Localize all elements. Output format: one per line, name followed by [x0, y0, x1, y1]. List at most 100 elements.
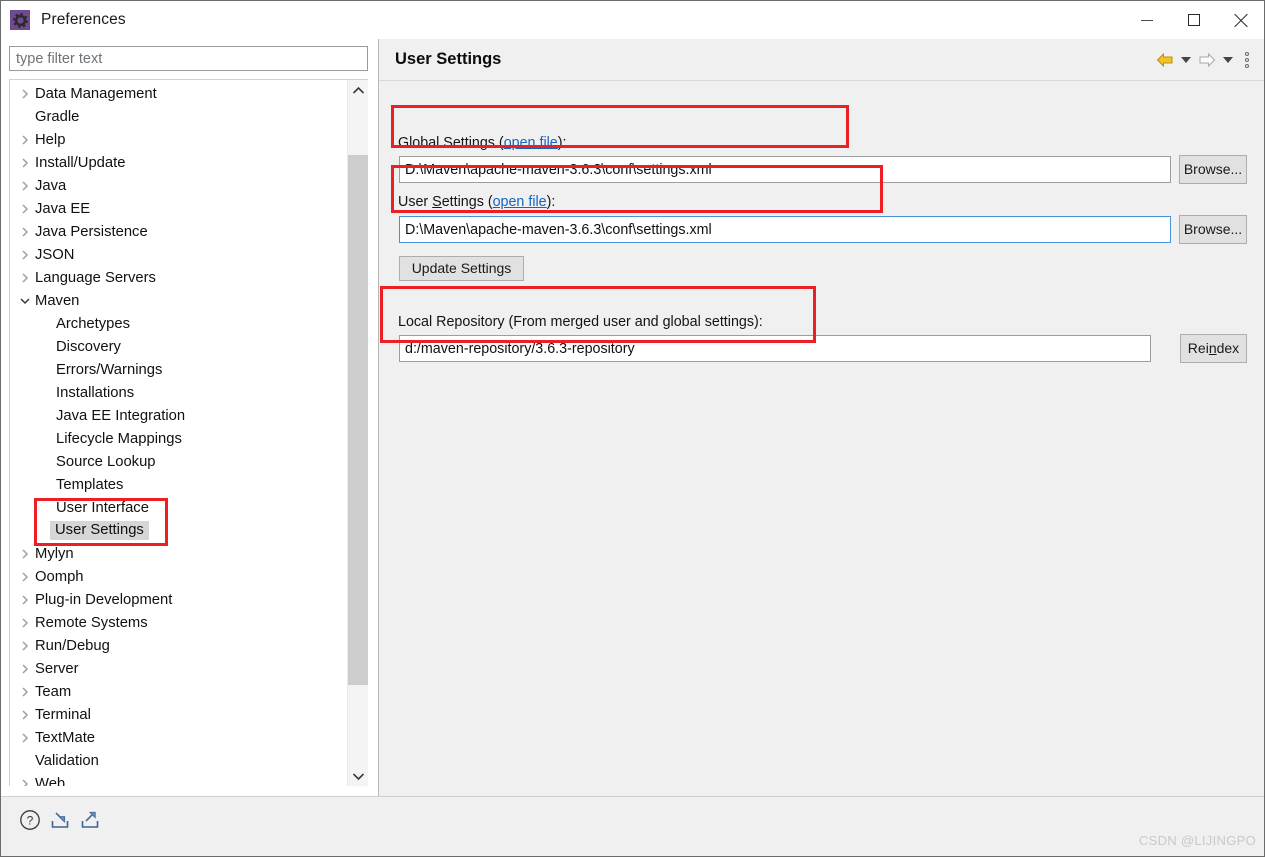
- chevron-right-icon[interactable]: [16, 134, 34, 146]
- chevron-right-icon[interactable]: [16, 203, 34, 215]
- sidebar-item-textmate[interactable]: TextMate: [10, 726, 347, 749]
- sidebar-item-java-persistence[interactable]: Java Persistence: [10, 220, 347, 243]
- scroll-down-icon[interactable]: [348, 766, 368, 786]
- sidebar-item-label: Validation: [35, 752, 99, 769]
- sidebar-item-label: Source Lookup: [56, 453, 156, 470]
- sidebar-item-label: JSON: [35, 246, 75, 263]
- sidebar-item-archetypes[interactable]: Archetypes: [10, 312, 347, 335]
- user-settings-label-suffix: ):: [546, 194, 556, 210]
- window-title: Preferences: [41, 11, 126, 28]
- chevron-right-icon[interactable]: [16, 709, 34, 721]
- chevron-right-icon[interactable]: [16, 640, 34, 652]
- scrollbar-thumb[interactable]: [348, 155, 368, 685]
- preferences-tree[interactable]: Data Management Gradle Help Install/Update J…: [10, 80, 347, 786]
- global-settings-label-prefix: Global Settings (: [398, 135, 504, 151]
- back-dropdown-icon[interactable]: [1181, 56, 1191, 63]
- chevron-right-icon[interactable]: [16, 686, 34, 698]
- chevron-right-icon[interactable]: [16, 571, 34, 583]
- sidebar-item-java-ee-integration[interactable]: Java EE Integration: [10, 404, 347, 427]
- sidebar-item-mylyn[interactable]: Mylyn: [10, 542, 347, 565]
- back-arrow-icon[interactable]: [1156, 49, 1174, 71]
- chevron-right-icon[interactable]: [16, 180, 34, 192]
- chevron-right-icon[interactable]: [16, 226, 34, 238]
- update-settings-button[interactable]: Update Settings: [399, 256, 524, 281]
- sidebar-item-label: Remote Systems: [35, 614, 148, 631]
- close-button[interactable]: [1217, 1, 1264, 39]
- sidebar-item-language-servers[interactable]: Language Servers: [10, 266, 347, 289]
- sidebar-item-label: Templates: [56, 476, 124, 493]
- scroll-up-icon[interactable]: [348, 80, 368, 101]
- global-settings-input[interactable]: [399, 156, 1171, 183]
- settings-panel: User Settings Global Settings (open file…: [378, 39, 1264, 823]
- search-input[interactable]: [9, 46, 368, 71]
- sidebar-item-label: Team: [35, 683, 72, 700]
- sidebar-item-terminal[interactable]: Terminal: [10, 703, 347, 726]
- sidebar-item-templates[interactable]: Templates: [10, 473, 347, 496]
- page-header-tools: [1156, 49, 1254, 71]
- chevron-right-icon[interactable]: [16, 663, 34, 675]
- sidebar-item-install-update[interactable]: Install/Update: [10, 151, 347, 174]
- sidebar-item-web[interactable]: Web: [10, 772, 347, 786]
- chevron-right-icon[interactable]: [16, 157, 34, 169]
- sidebar-item-label: Terminal: [35, 706, 91, 723]
- chevron-right-icon[interactable]: [16, 617, 34, 629]
- minimize-button[interactable]: [1123, 1, 1170, 39]
- sidebar-item-label: User Settings: [50, 521, 149, 540]
- export-icon[interactable]: [79, 809, 101, 836]
- sidebar-item-java-ee[interactable]: Java EE: [10, 197, 347, 220]
- user-settings-browse-button[interactable]: Browse...: [1179, 215, 1247, 244]
- sidebar-item-java[interactable]: Java: [10, 174, 347, 197]
- sidebar-item-user-interface[interactable]: User Interface: [10, 496, 347, 519]
- maximize-button[interactable]: [1170, 1, 1217, 39]
- page-title: User Settings: [395, 50, 502, 68]
- sidebar-item-oomph[interactable]: Oomph: [10, 565, 347, 588]
- forward-arrow-icon[interactable]: [1198, 49, 1216, 71]
- forward-dropdown-icon[interactable]: [1223, 56, 1233, 63]
- sidebar-item-label: Mylyn: [35, 545, 74, 562]
- sidebar-item-label: Errors/Warnings: [56, 361, 163, 378]
- sidebar-item-team[interactable]: Team: [10, 680, 347, 703]
- user-settings-label-prefix: User: [398, 194, 433, 210]
- sidebar-item-discovery[interactable]: Discovery: [10, 335, 347, 358]
- sidebar-item-plug-in-development[interactable]: Plug-in Development: [10, 588, 347, 611]
- sidebar-item-errors-warnings[interactable]: Errors/Warnings: [10, 358, 347, 381]
- help-icon[interactable]: ?: [19, 809, 41, 836]
- sidebar-item-source-lookup[interactable]: Source Lookup: [10, 450, 347, 473]
- sidebar-item-run-debug[interactable]: Run/Debug: [10, 634, 347, 657]
- sidebar-item-label: Java Persistence: [35, 223, 148, 240]
- preferences-sidebar: Data Management Gradle Help Install/Update J…: [1, 39, 377, 796]
- chevron-right-icon[interactable]: [16, 732, 34, 744]
- tree-scrollbar[interactable]: [347, 80, 368, 786]
- sidebar-item-remote-systems[interactable]: Remote Systems: [10, 611, 347, 634]
- chevron-right-icon[interactable]: [16, 272, 34, 284]
- user-settings-open-file-link[interactable]: open file: [493, 194, 547, 210]
- sidebar-item-maven[interactable]: Maven: [10, 289, 347, 312]
- sidebar-item-validation[interactable]: Validation: [10, 749, 347, 772]
- sidebar-item-label: Web: [35, 775, 66, 787]
- reindex-button[interactable]: Reindex: [1180, 334, 1247, 363]
- chevron-right-icon[interactable]: [16, 249, 34, 261]
- sidebar-item-gradle[interactable]: Gradle: [10, 105, 347, 128]
- local-repository-input[interactable]: [399, 335, 1151, 362]
- chevron-down-icon[interactable]: [16, 296, 34, 306]
- import-icon[interactable]: [49, 809, 71, 836]
- sidebar-item-label: Plug-in Development: [35, 591, 173, 608]
- svg-text:?: ?: [27, 814, 34, 828]
- sidebar-item-installations[interactable]: Installations: [10, 381, 347, 404]
- sidebar-item-help[interactable]: Help: [10, 128, 347, 151]
- sidebar-item-json[interactable]: JSON: [10, 243, 347, 266]
- chevron-right-icon[interactable]: [16, 88, 34, 100]
- user-settings-mnemonic: S: [432, 194, 442, 210]
- sidebar-item-user-settings[interactable]: User Settings: [10, 519, 347, 542]
- global-settings-open-file-link[interactable]: open file: [504, 135, 558, 151]
- sidebar-item-data-management[interactable]: Data Management: [10, 82, 347, 105]
- view-menu-icon[interactable]: [1240, 51, 1254, 68]
- global-settings-browse-button[interactable]: Browse...: [1179, 155, 1247, 184]
- user-settings-input[interactable]: [399, 216, 1171, 243]
- sidebar-item-server[interactable]: Server: [10, 657, 347, 680]
- sidebar-item-lifecycle-mappings[interactable]: Lifecycle Mappings: [10, 427, 347, 450]
- chevron-right-icon[interactable]: [16, 548, 34, 560]
- user-settings-label-mid: ettings (: [441, 194, 493, 210]
- chevron-right-icon[interactable]: [16, 778, 34, 786]
- chevron-right-icon[interactable]: [16, 594, 34, 606]
